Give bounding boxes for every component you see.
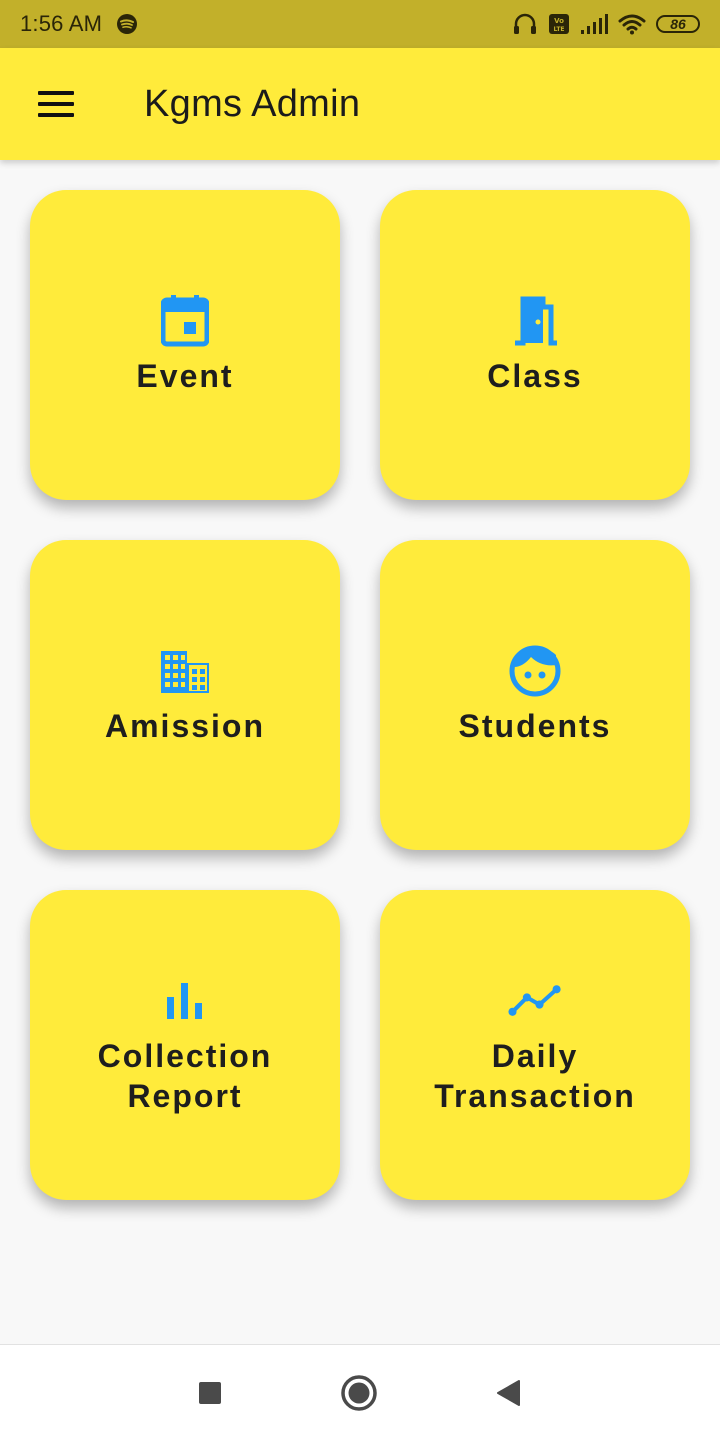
event-tile[interactable]: Event bbox=[30, 190, 340, 500]
daily-transaction-tile[interactable]: Daily Transaction bbox=[380, 890, 690, 1200]
status-left: 1:56 AM bbox=[20, 11, 138, 37]
recents-square-icon[interactable] bbox=[186, 1369, 234, 1417]
students-tile[interactable]: Students bbox=[380, 540, 690, 850]
daily-transaction-label: Daily Transaction bbox=[434, 1038, 636, 1114]
svg-text:Vo: Vo bbox=[554, 17, 564, 25]
app-bar: Kgms Admin bbox=[0, 48, 720, 160]
door-icon bbox=[508, 294, 562, 348]
spotify-icon bbox=[116, 13, 138, 35]
calendar-icon bbox=[158, 294, 212, 348]
screen: 1:56 AM Vo LTE 86 Kgms Admin Event Class… bbox=[0, 0, 720, 1440]
face-icon bbox=[508, 644, 562, 698]
signal-icon bbox=[580, 13, 608, 35]
admission-tile[interactable]: Amission bbox=[30, 540, 340, 850]
menu-icon[interactable] bbox=[28, 76, 84, 132]
class-tile[interactable]: Class bbox=[380, 190, 690, 500]
status-right: Vo LTE 86 bbox=[512, 12, 700, 36]
wifi-icon bbox=[618, 13, 646, 35]
bar-chart-icon bbox=[158, 974, 212, 1028]
building-icon bbox=[158, 644, 212, 698]
class-label: Class bbox=[487, 358, 583, 394]
home-circle-icon[interactable] bbox=[335, 1369, 383, 1417]
line-chart-icon bbox=[508, 974, 562, 1028]
students-label: Students bbox=[458, 708, 612, 744]
status-bar: 1:56 AM Vo LTE 86 bbox=[0, 0, 720, 48]
svg-text:LTE: LTE bbox=[553, 26, 564, 33]
app-title: Kgms Admin bbox=[144, 82, 361, 125]
menu-line bbox=[38, 102, 74, 106]
menu-line bbox=[38, 113, 74, 117]
menu-line bbox=[38, 91, 74, 95]
status-time: 1:56 AM bbox=[20, 11, 103, 36]
admission-label: Amission bbox=[104, 708, 266, 744]
battery-icon: 86 bbox=[656, 15, 700, 33]
event-label: Event bbox=[136, 358, 234, 394]
system-nav-bar bbox=[0, 1344, 720, 1440]
collection-report-label: Collection Report bbox=[97, 1038, 273, 1114]
volte-icon: Vo LTE bbox=[548, 13, 570, 35]
collection-report-tile[interactable]: Collection Report bbox=[30, 890, 340, 1200]
headphones-icon bbox=[512, 12, 538, 36]
back-triangle-icon[interactable] bbox=[484, 1369, 532, 1417]
